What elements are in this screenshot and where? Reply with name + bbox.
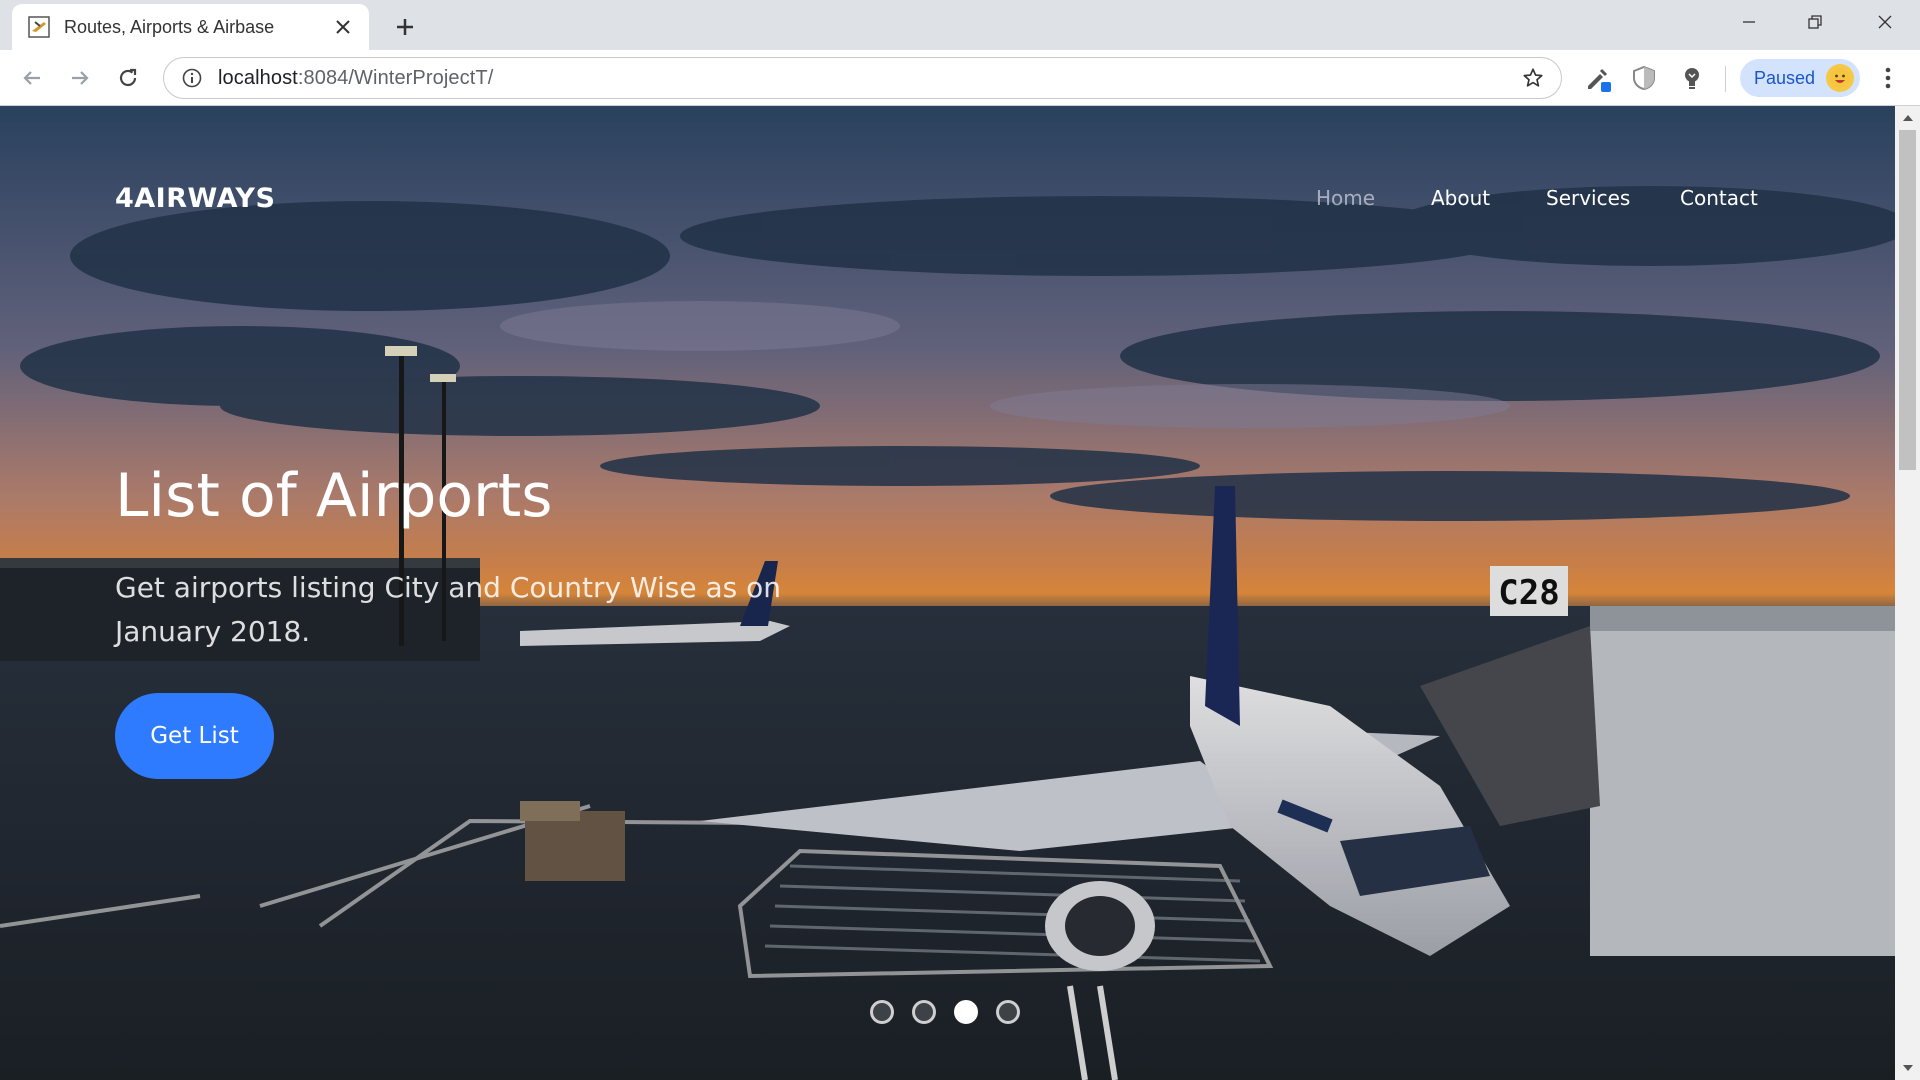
plus-icon (397, 19, 413, 35)
reload-button[interactable] (108, 58, 148, 98)
tab-strip: Routes, Airports & Airbase (0, 0, 1920, 50)
url-host: localhost (218, 66, 298, 89)
back-button[interactable] (12, 58, 52, 98)
carousel-dot[interactable] (996, 1000, 1020, 1024)
browser-toolbar: localhost:8084/WinterProjectT/ Paused (0, 50, 1920, 106)
new-tab-button[interactable] (386, 8, 424, 46)
carousel-dot[interactable] (870, 1000, 894, 1024)
close-tab-icon[interactable] (331, 15, 355, 39)
reload-icon (119, 68, 137, 87)
nav-contact[interactable]: Contact (1680, 186, 1758, 210)
scroll-up-arrow-icon[interactable] (1899, 110, 1916, 126)
browser-tab[interactable]: Routes, Airports & Airbase (12, 4, 369, 50)
nav-home[interactable]: Home (1316, 186, 1375, 210)
close-window-button[interactable] (1852, 0, 1918, 44)
carousel-indicators (870, 1000, 1020, 1024)
shield-extension-icon[interactable] (1628, 62, 1660, 94)
bulb-extension-icon[interactable] (1676, 62, 1708, 94)
nav-services[interactable]: Services (1546, 186, 1630, 210)
avatar (1826, 64, 1854, 92)
restore-icon (1808, 15, 1822, 29)
hero-subtitle: Get airports listing City and Country Wi… (115, 571, 782, 648)
minimize-icon (1743, 21, 1755, 23)
hero-carousel: C28 4AIRWAYS Home About Services Contact… (0, 106, 1895, 1080)
url-text[interactable]: localhost:8084/WinterProjectT/ (218, 67, 1519, 90)
restore-button[interactable] (1782, 0, 1848, 44)
page-scrollbar[interactable] (1895, 106, 1920, 1080)
scroll-down-arrow-icon[interactable] (1899, 1060, 1916, 1076)
get-list-button[interactable]: Get List (115, 693, 274, 779)
close-icon (1878, 15, 1892, 29)
forward-button[interactable] (60, 58, 100, 98)
eyedropper-extension-icon[interactable] (1582, 62, 1614, 94)
hero-title: List of Airports (115, 461, 553, 531)
site-favicon-icon (28, 16, 50, 38)
profile-status-label: Paused (1754, 67, 1816, 88)
site-logo[interactable]: 4AIRWAYS (115, 183, 275, 214)
carousel-dot-active[interactable] (954, 1000, 978, 1024)
profile-button[interactable]: Paused (1740, 59, 1860, 97)
minimize-button[interactable] (1716, 0, 1782, 44)
url-path: :8084/WinterProjectT/ (297, 66, 494, 89)
page-viewport: C28 4AIRWAYS Home About Services Contact… (0, 106, 1920, 1080)
tab-title: Routes, Airports & Airbase (64, 16, 275, 37)
toolbar-divider (1725, 66, 1726, 92)
carousel-dot[interactable] (912, 1000, 936, 1024)
arrow-left-icon (23, 71, 40, 85)
scrollbar-thumb[interactable] (1899, 130, 1916, 470)
address-bar[interactable]: localhost:8084/WinterProjectT/ (163, 57, 1562, 99)
bookmark-star-icon[interactable] (1519, 64, 1547, 92)
info-icon[interactable] (180, 66, 204, 90)
browser-menu-button[interactable] (1872, 62, 1904, 94)
nav-about[interactable]: About (1431, 186, 1490, 210)
arrow-right-icon (72, 71, 89, 85)
more-vertical-icon (1885, 67, 1891, 89)
